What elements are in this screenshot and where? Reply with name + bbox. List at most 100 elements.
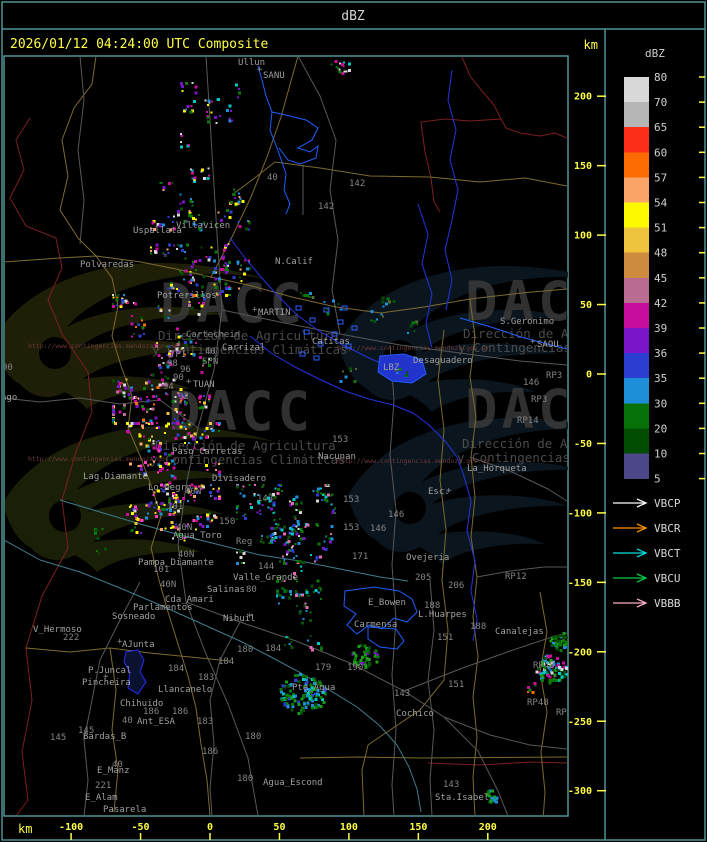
echo-pixel (187, 303, 191, 307)
echo-pixel (147, 423, 150, 426)
echo-pixel (235, 83, 238, 87)
echo-pixel (561, 661, 565, 665)
echo-pixel (305, 590, 309, 594)
site-label: VBBB (654, 597, 681, 610)
echo-pixel (168, 309, 171, 312)
map-label: 40 (122, 716, 133, 726)
echo-pixel (281, 587, 285, 591)
echo-pixel (168, 497, 171, 500)
echo-pixel (314, 698, 318, 702)
echo-pixel (180, 413, 183, 416)
echo-pixel (211, 519, 214, 522)
echo-pixel (161, 357, 164, 360)
echo-pixel (98, 552, 101, 555)
echo-pixel (365, 657, 369, 661)
echo-pixel (547, 655, 551, 659)
echo-pixel (562, 638, 566, 642)
y-tick-label: 0 (586, 370, 592, 381)
echo-pixel (330, 524, 334, 528)
echo-pixel (208, 394, 211, 398)
echo-pixel (131, 314, 133, 317)
echo-pixel (147, 445, 150, 448)
map-label: 40N (185, 487, 201, 497)
echo-pixel (559, 643, 562, 647)
echo-pixel (175, 411, 178, 414)
map-label: Nacunan (318, 452, 356, 462)
echo-pixel (224, 266, 228, 270)
echo-pixel (159, 512, 163, 516)
echo-pixel (162, 362, 165, 365)
colorbar-swatch (624, 127, 649, 153)
echo-pixel (130, 528, 134, 532)
echo-pixel (262, 484, 265, 486)
echo-pixel (123, 403, 126, 407)
echo-pixel (149, 408, 152, 411)
echo-pixel (296, 523, 300, 527)
echo-pixel (166, 411, 170, 415)
echo-pixel (294, 694, 297, 698)
echo-pixel (559, 649, 563, 652)
echo-pixel (254, 484, 257, 486)
echo-pixel (342, 65, 345, 67)
echo-pixel (212, 488, 215, 491)
echo-pixel (122, 412, 126, 416)
map-label: Ant_ESA (137, 717, 176, 727)
echo-pixel (205, 513, 209, 517)
echo-pixel (565, 640, 568, 644)
echo-pixel (280, 489, 283, 492)
echo-pixel (295, 532, 299, 536)
echo-pixel (118, 381, 122, 385)
echo-pixel (311, 296, 315, 300)
map-label: 180 (237, 645, 253, 655)
echo-pixel (160, 528, 163, 532)
echo-pixel (172, 244, 175, 247)
echo-pixel (152, 395, 156, 398)
echo-pixel (130, 322, 134, 326)
echo-pixel (179, 244, 183, 248)
echo-pixel (216, 97, 220, 101)
map-label: 179 (315, 663, 331, 673)
echo-pixel (269, 507, 273, 511)
echo-pixel (194, 91, 198, 95)
map-label: RP48 (527, 698, 549, 708)
echo-pixel (196, 516, 200, 520)
map-label: N.Calif (275, 257, 313, 267)
echo-pixel (242, 485, 245, 488)
map-label: 184 (218, 657, 234, 667)
echo-pixel (563, 643, 566, 647)
echo-pixel (197, 312, 201, 316)
echo-pixel (552, 677, 556, 681)
echo-pixel (314, 705, 318, 709)
echo-pixel (145, 411, 148, 413)
echo-pixel (317, 542, 321, 546)
map-label: RP3 (531, 395, 547, 405)
echo-pixel (236, 96, 239, 99)
pond (337, 319, 344, 325)
echo-pixel (187, 432, 191, 436)
echo-pixel (222, 255, 226, 259)
echo-pixel (288, 694, 292, 698)
echo-pixel (407, 332, 410, 335)
y-tick-label: -50 (574, 439, 592, 450)
echo-pixel (236, 485, 239, 489)
colorbar-value: 80 (654, 71, 667, 84)
watermark-line1: Dirección de Agricultura (462, 436, 643, 451)
echo-pixel (178, 341, 181, 343)
echo-pixel (149, 501, 153, 505)
echo-pixel (118, 410, 122, 414)
echo-pixel (290, 593, 293, 596)
echo-pixel (180, 82, 183, 85)
echo-pixel (151, 388, 154, 391)
echo-pixel (136, 508, 139, 511)
echo-pixel (302, 702, 306, 706)
echo-pixel (198, 406, 202, 410)
echo-pixel (375, 318, 378, 321)
echo-pixel (301, 593, 305, 597)
echo-pixel (188, 213, 192, 217)
map-label: 142 (349, 179, 365, 189)
echo-pixel (284, 644, 286, 647)
echo-pixel (126, 302, 129, 305)
map-label: 40 (267, 173, 278, 183)
echo-pixel (142, 333, 145, 336)
echo-pixel (311, 648, 315, 652)
